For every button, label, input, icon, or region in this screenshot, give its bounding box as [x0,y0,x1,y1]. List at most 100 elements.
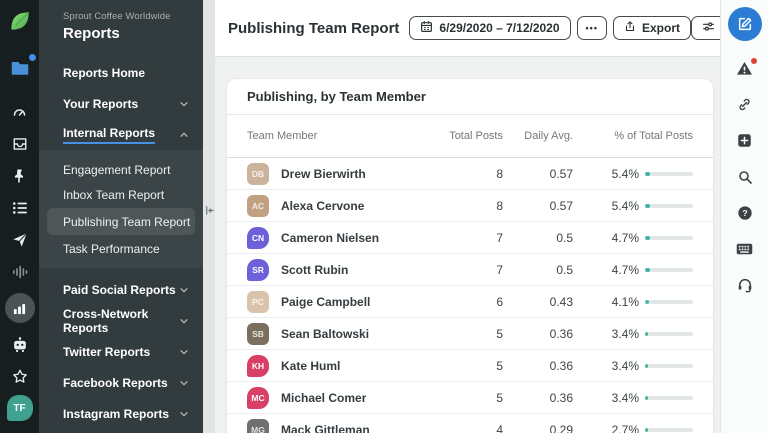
sidebar-item-internal-reports[interactable]: Internal Reports [39,119,203,150]
daily-avg-value: 0.57 [503,199,573,213]
calendar-icon [420,20,433,36]
table-row[interactable]: MCMichael Comer50.363.4% [227,382,713,414]
reports-sidebar: Sprout Coffee Worldwide Reports Reports … [39,0,203,433]
add-icon[interactable] [737,132,752,149]
daily-avg-value: 0.43 [503,295,573,309]
pct-total-posts-cell: 3.4% [573,359,693,373]
daily-avg-value: 0.36 [503,391,573,405]
team-member-name: Sean Baltowski [281,327,369,341]
pct-total-posts-cell: 3.4% [573,391,693,405]
sidebar-item-facebook-reports[interactable]: Facebook Reports [39,367,203,398]
sidebar-item-task-performance[interactable]: Task Performance [39,236,203,261]
pin-icon[interactable] [13,168,26,184]
total-posts-value: 5 [423,359,503,373]
compose-button[interactable] [728,7,762,41]
card-title: Publishing, by Team Member [227,79,713,115]
table-header-row: Team Member Total Posts Daily Avg. % of … [227,115,713,158]
export-button[interactable]: Export [613,16,691,40]
table-row[interactable]: DBDrew Bierwirth80.575.4% [227,158,713,190]
app-window: TF Sprout Coffee Worldwide Reports Repor… [0,0,768,433]
publishing-plane-icon[interactable] [12,232,28,248]
search-icon[interactable] [737,168,753,185]
folders-icon[interactable] [8,58,32,78]
pct-bar [645,236,693,240]
pct-value: 2.7% [612,423,639,433]
sidebar-item-cross-network-reports[interactable]: Cross-Network Reports [39,305,203,336]
sidebar-nav: Reports Home Your Reports Internal Repor… [39,57,203,429]
reports-chart-icon[interactable] [5,293,35,323]
total-posts-value: 5 [423,327,503,341]
link-icon[interactable] [737,96,752,113]
sidebar-item-your-reports[interactable]: Your Reports [39,88,203,119]
sprout-logo-icon[interactable] [7,8,33,39]
listening-wave-icon[interactable] [12,264,28,280]
pct-bar [645,172,693,176]
sidebar-item-publishing-team-report[interactable]: Publishing Team Report [47,208,195,235]
report-content: Publishing, by Team Member Team Member T… [215,57,720,433]
avatar: MC [247,387,269,409]
pct-bar [645,268,693,272]
table-row[interactable]: ACAlexa Cervone80.575.4% [227,190,713,222]
more-options-button[interactable]: ••• [577,16,607,40]
collapse-sidebar-icon[interactable] [203,205,215,216]
total-posts-value: 7 [423,231,503,245]
table-body: DBDrew Bierwirth80.575.4%ACAlexa Cervone… [227,158,713,433]
daily-avg-value: 0.36 [503,327,573,341]
sidebar-item-engagement-report[interactable]: Engagement Report [39,157,203,182]
table-row[interactable]: SBSean Baltowski50.36 3.4% [227,318,713,350]
total-posts-value: 4 [423,423,503,433]
support-headset-icon[interactable] [737,276,753,293]
team-member-name: Michael Comer [281,391,366,405]
help-icon[interactable]: ? [737,204,753,221]
team-member-name: Alexa Cervone [281,199,364,213]
table-row[interactable]: SRScott Rubin70.54.7% [227,254,713,286]
pct-bar [645,204,693,208]
avatar: KH [247,355,269,377]
avatar: MG [247,419,269,433]
filters-icon [702,20,715,36]
keyboard-shortcuts-icon[interactable] [736,240,753,257]
pct-total-posts-cell: 4.7% [573,263,693,277]
report-sections: Paid Social Reports Cross-Network Report… [39,274,203,429]
team-member-cell: KHKate Huml [247,355,423,377]
premier-star-icon[interactable] [12,368,28,384]
dashboard-gauge-icon[interactable] [12,104,27,120]
table-row[interactable]: MGMack Gittleman40.292.7% [227,414,713,433]
user-avatar[interactable]: TF [7,395,33,421]
chevron-down-icon [179,99,189,109]
sidebar-item-instagram-reports[interactable]: Instagram Reports [39,398,203,429]
inbox-tray-icon[interactable] [12,136,28,152]
feeds-list-icon[interactable] [12,200,28,216]
notification-dot [29,54,36,61]
team-member-cell: SRScott Rubin [247,259,423,281]
sidebar-item-twitter-reports[interactable]: Twitter Reports [39,336,203,367]
daily-avg-value: 0.36 [503,359,573,373]
sidebar-collapse-strip [203,0,215,433]
pct-total-posts-cell: 2.7% [573,423,693,433]
total-posts-value: 7 [423,263,503,277]
sidebar-item-paid-social-reports[interactable]: Paid Social Reports [39,274,203,305]
table-row[interactable]: PCPaige Campbell60.434.1% [227,286,713,318]
total-posts-value: 8 [423,167,503,181]
table-row[interactable]: KHKate Huml50.363.4% [227,350,713,382]
team-member-name: Mack Gittleman [281,423,370,433]
page-title: Publishing Team Report [228,20,399,37]
main-content: Publishing Team Report 6/29/2020 – 7/12/… [215,0,720,433]
team-member-cell: SBSean Baltowski [247,323,423,345]
bot-icon[interactable] [12,336,28,352]
avatar: CN [247,227,269,249]
pct-bar [645,300,693,304]
sidebar-item-reports-home[interactable]: Reports Home [39,57,203,88]
daily-avg-value: 0.5 [503,231,573,245]
sidebar-header: Sprout Coffee Worldwide Reports [39,0,203,42]
table-row[interactable]: CNCameron Nielsen70.54.7% [227,222,713,254]
pct-value: 3.4% [612,327,639,341]
date-range-button[interactable]: 6/29/2020 – 7/12/2020 [409,16,570,40]
pct-bar [645,396,693,400]
alerts-icon[interactable] [736,60,753,77]
total-posts-value: 8 [423,199,503,213]
sidebar-item-inbox-team-report[interactable]: Inbox Team Report [39,182,203,207]
pct-value: 4.7% [612,231,639,245]
total-posts-value: 6 [423,295,503,309]
avatar: SR [247,259,269,281]
